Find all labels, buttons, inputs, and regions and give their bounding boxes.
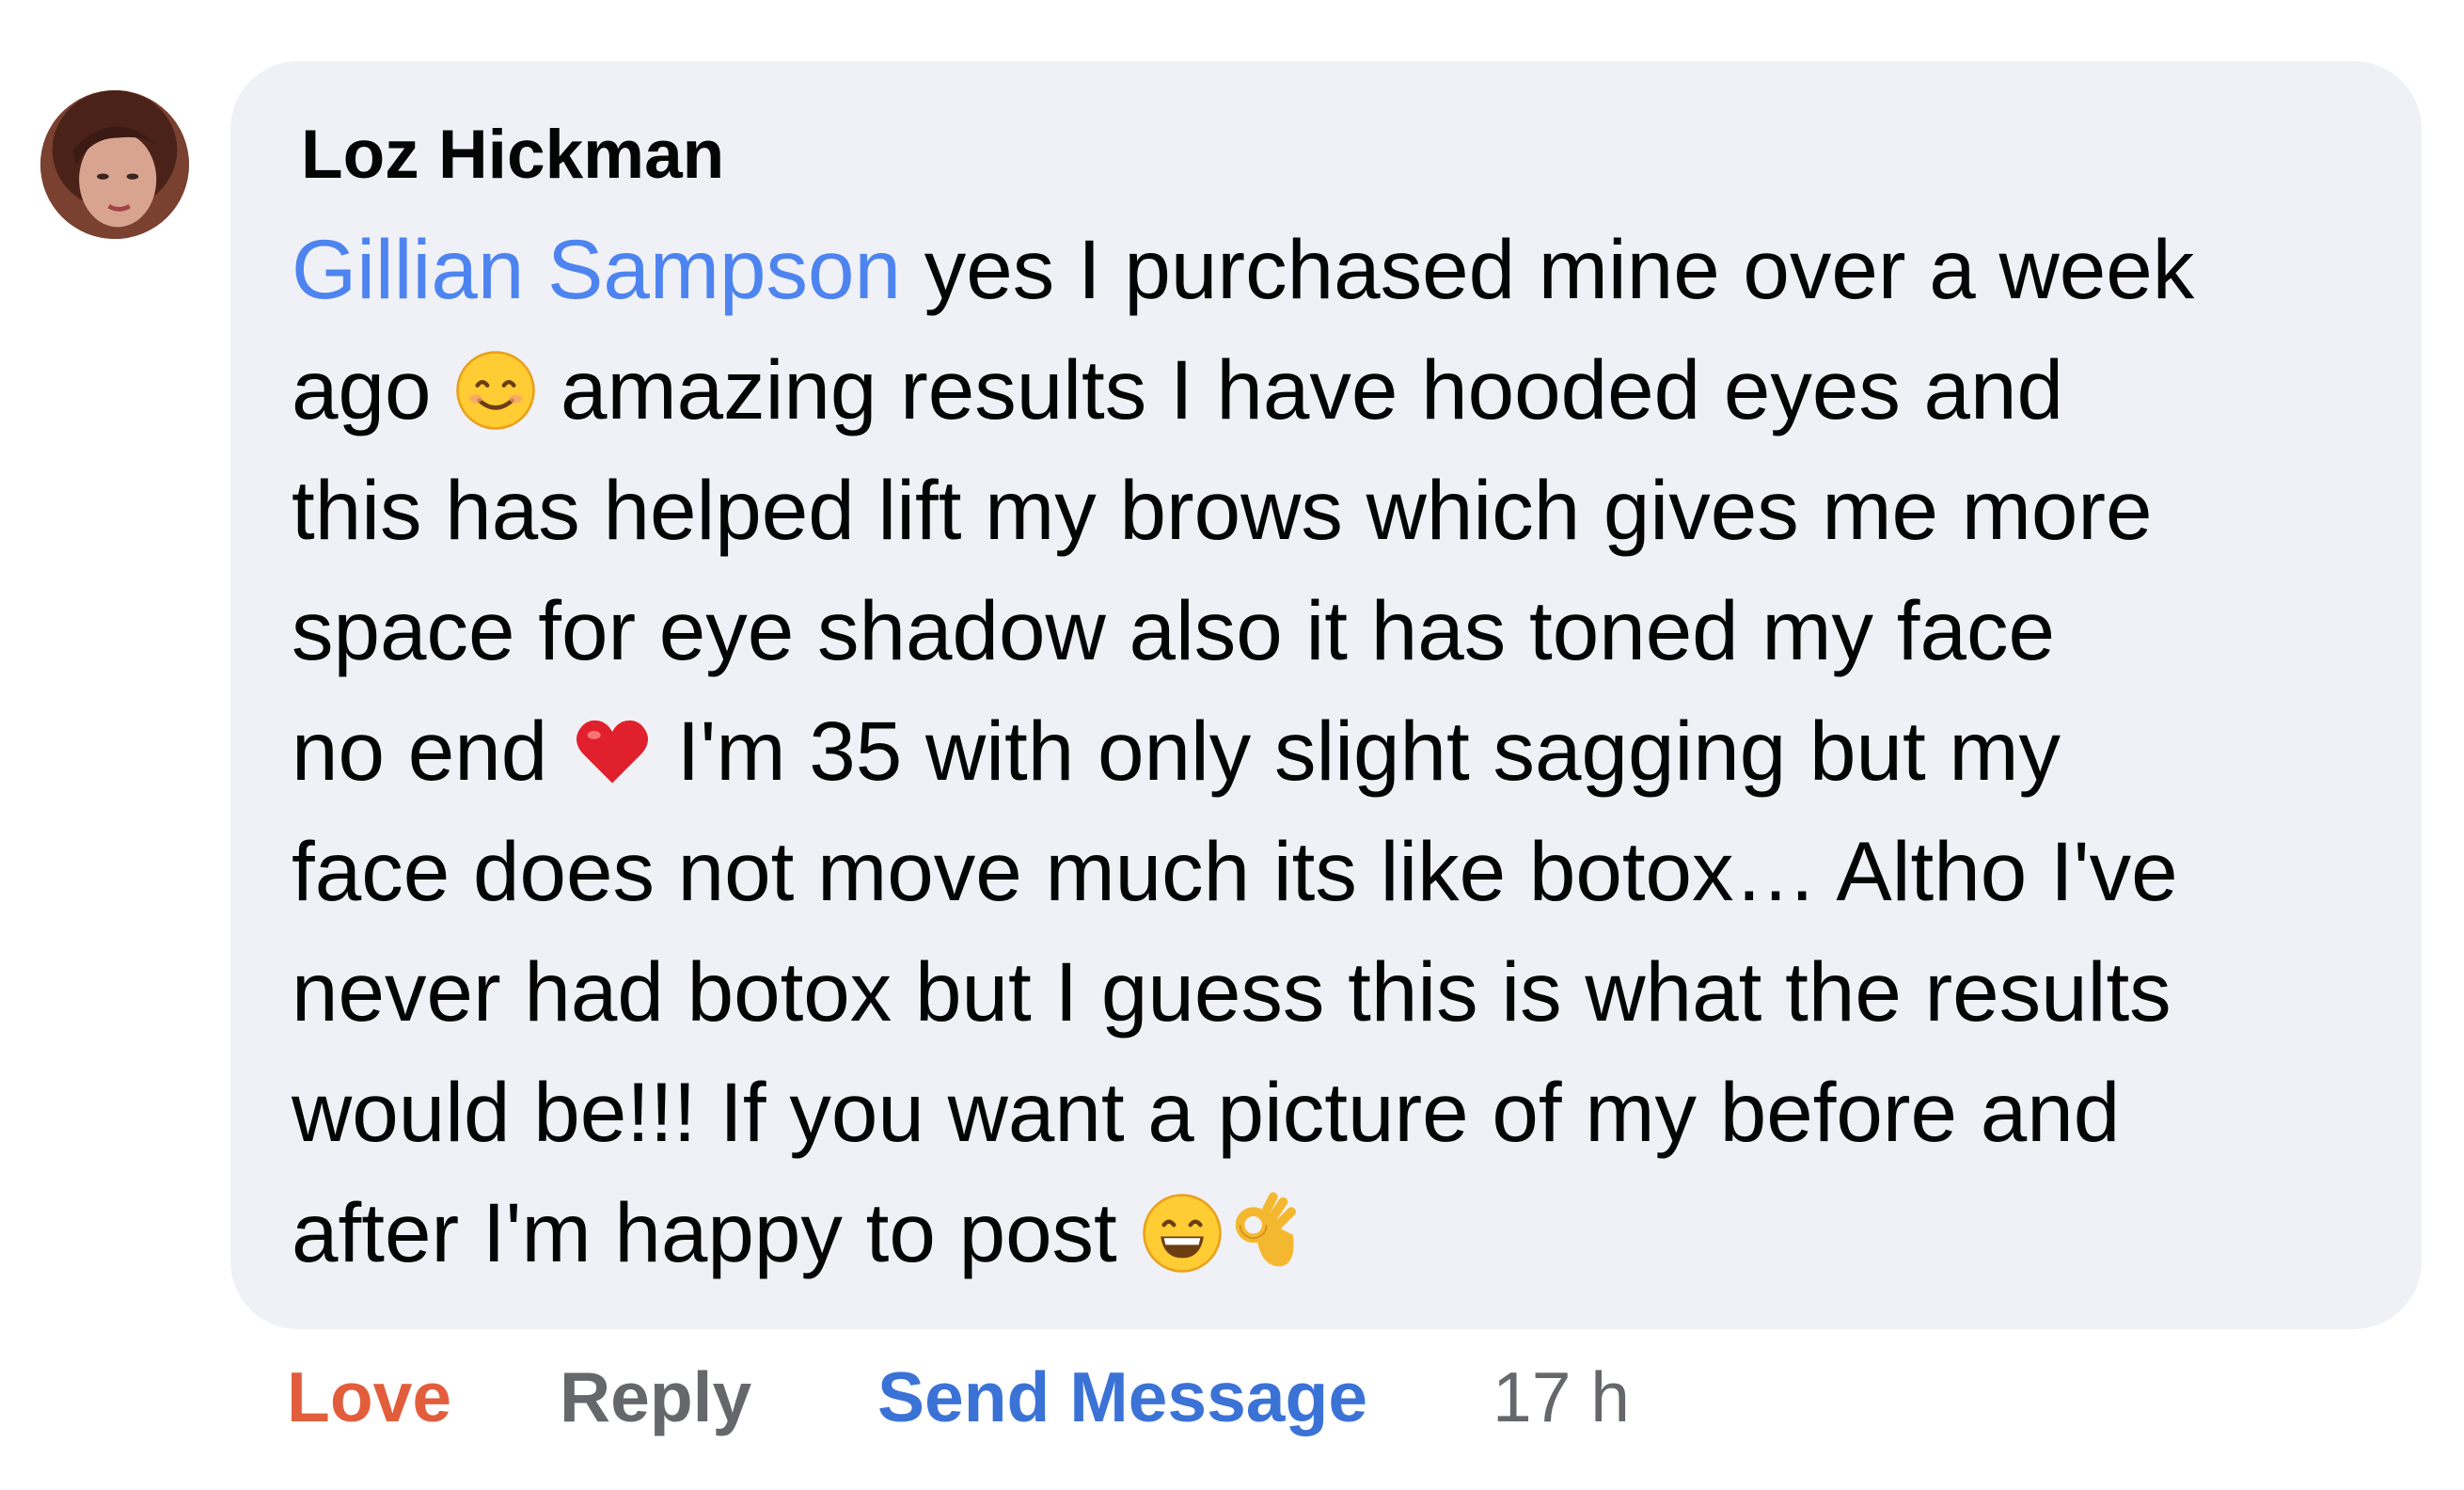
comment-line: no end I'm 35 with only slight sagging b… (292, 690, 2398, 811)
ok-hand-icon (1224, 1192, 1306, 1275)
comment: Loz Hickman Gillian Sampson yes I purcha… (0, 0, 2464, 1490)
comment-text-segment: amazing results I have hooded eyes and (537, 342, 2064, 436)
comment-text-segment: ago (292, 342, 455, 436)
mention-link[interactable]: Gillian Sampson (292, 222, 901, 316)
grinning-face-icon (1141, 1192, 1224, 1275)
comment-line: Gillian Sampson yes I purchased mine ove… (292, 209, 2398, 329)
comment-line: would be!!! If you want a picture of my … (292, 1065, 2121, 1159)
comment-line: this has helped lift my brows which give… (292, 463, 2153, 557)
avatar[interactable] (40, 90, 189, 239)
comment-text-segment: yes I purchased mine over a week (901, 222, 2195, 316)
avatar-photo (40, 90, 189, 239)
smiling-face-icon (454, 349, 537, 432)
love-button[interactable]: Love (287, 1345, 451, 1449)
comment-text-segment: no end (292, 704, 571, 798)
comment-line: ago amazing results I have hooded eyes a… (292, 329, 2398, 450)
red-heart-icon (571, 710, 654, 793)
reply-button[interactable]: Reply (560, 1345, 751, 1449)
comment-line: space for eye shadow also it has toned m… (292, 583, 2055, 677)
timestamp[interactable]: 17 h (1493, 1345, 1630, 1449)
comment-line: after I'm happy to post (292, 1172, 2398, 1292)
comment-line: face does not move much its like botox… … (292, 824, 2178, 918)
comment-bubble: Loz Hickman Gillian Sampson yes I purcha… (230, 61, 2422, 1329)
send-message-button[interactable]: Send Message (877, 1345, 1367, 1449)
comment-text-segment: after I'm happy to post (292, 1185, 1141, 1279)
comment-text-segment: I'm 35 with only slight sagging but my (653, 704, 2061, 798)
author-name[interactable]: Loz Hickman (301, 103, 724, 207)
comment-text: Gillian Sampson yes I purchased mine ove… (292, 209, 2398, 1292)
comment-line: never had botox but I guess this is what… (292, 944, 2172, 1038)
